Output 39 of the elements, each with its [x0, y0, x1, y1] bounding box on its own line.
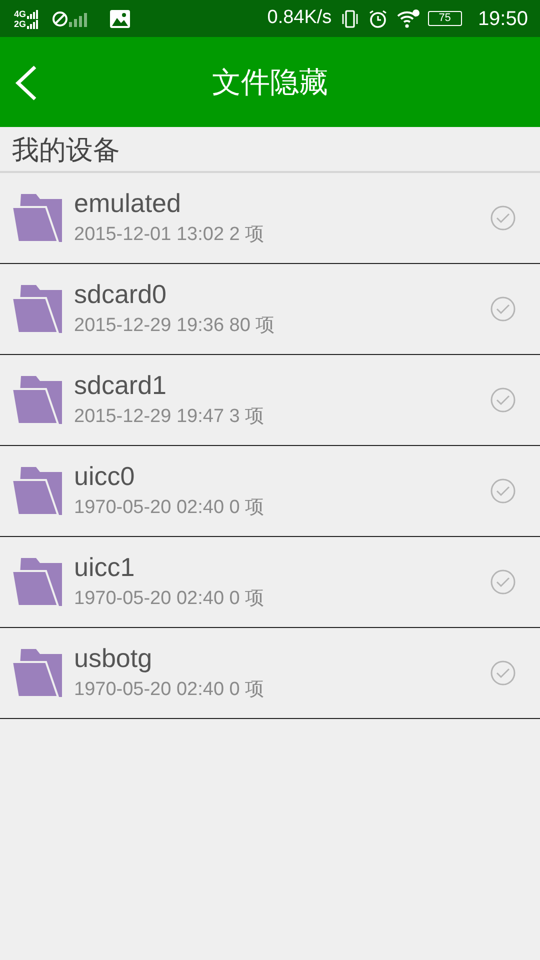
select-checkbox[interactable] [490, 296, 516, 322]
signal-icon [26, 20, 40, 28]
battery-icon: 75 [428, 11, 462, 26]
select-checkbox[interactable] [490, 205, 516, 231]
image-icon [110, 10, 130, 28]
signal-icon [26, 10, 40, 18]
folder-name: sdcard0 [74, 279, 168, 309]
folder-details: 1970-05-20 02:40 0 项 [74, 587, 266, 611]
network-label: 4G [14, 8, 26, 18]
network-label: 2G [14, 18, 26, 28]
folder-name: uicc1 [74, 552, 136, 582]
folder-name: emulated [74, 188, 182, 218]
folder-row[interactable]: emulated 2015-12-01 13:02 2 项 [0, 173, 540, 264]
clock-time: 19:50 [478, 6, 528, 32]
network-speed: 0.84K/s [267, 6, 332, 30]
folder-name: uicc0 [74, 461, 136, 491]
folder-row[interactable]: usbotg 1970-05-20 02:40 0 项 [0, 628, 540, 719]
folder-row[interactable]: sdcard1 2015-12-29 19:47 3 项 [0, 355, 540, 446]
select-checkbox[interactable] [490, 478, 516, 504]
folder-row[interactable]: uicc0 1970-05-20 02:40 0 项 [0, 446, 540, 537]
back-button[interactable] [14, 65, 38, 101]
folder-details: 2015-12-29 19:47 3 项 [74, 405, 266, 429]
folder-name: sdcard1 [74, 370, 168, 400]
folder-details: 2015-12-29 19:36 80 项 [74, 314, 276, 338]
folder-row[interactable]: uicc1 1970-05-20 02:40 0 项 [0, 537, 540, 628]
folder-row[interactable]: sdcard0 2015-12-29 19:36 80 项 [0, 264, 540, 355]
select-checkbox[interactable] [490, 660, 516, 686]
select-checkbox[interactable] [490, 569, 516, 595]
no-sim-icon [52, 10, 68, 26]
select-checkbox[interactable] [490, 387, 516, 413]
folder-name: usbotg [74, 643, 154, 673]
folder-details: 2015-12-01 13:02 2 项 [74, 223, 266, 247]
folder-details: 1970-05-20 02:40 0 项 [74, 496, 266, 520]
page-title: 文件隐藏 [212, 64, 328, 100]
section-title: 我的设备 [0, 127, 540, 173]
vibrate-icon [340, 8, 360, 28]
alarm-icon [368, 8, 388, 28]
folder-details: 1970-05-20 02:40 0 项 [74, 678, 266, 702]
wifi-icon [396, 8, 420, 28]
